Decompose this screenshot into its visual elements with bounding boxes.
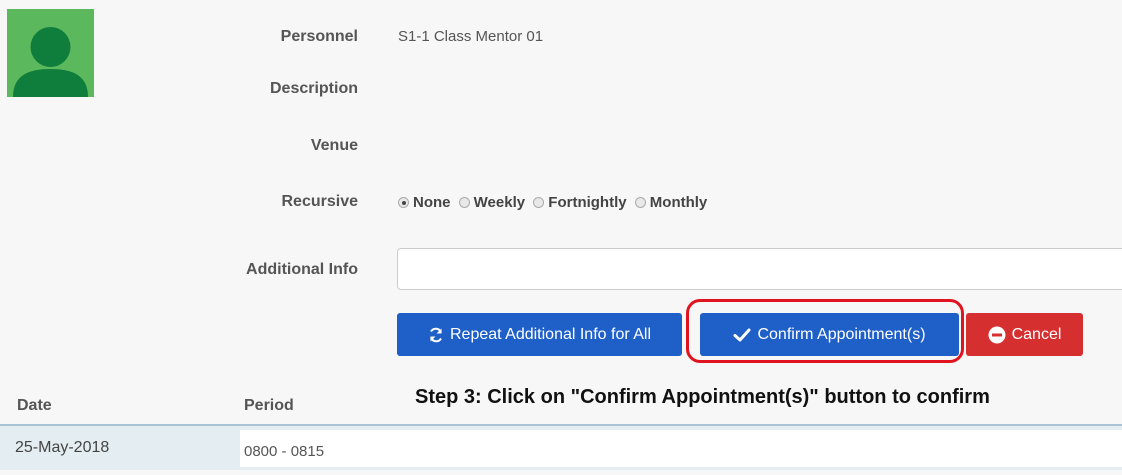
radio-none-label: None xyxy=(413,194,451,211)
period-value: 0800 - 0815 xyxy=(244,443,325,460)
refresh-icon xyxy=(428,327,444,343)
column-header-date: Date xyxy=(17,397,52,414)
radio-weekly-dot[interactable] xyxy=(458,197,470,208)
radio-monthly[interactable]: Monthly xyxy=(634,194,712,211)
radio-monthly-label: Monthly xyxy=(649,194,708,211)
minus-circle-icon xyxy=(988,326,1006,344)
radio-monthly-dot[interactable] xyxy=(634,197,646,208)
personnel-label: Personnel xyxy=(280,28,358,45)
radio-fortnightly[interactable]: Fortnightly xyxy=(533,194,630,211)
radio-weekly-label: Weekly xyxy=(473,194,526,211)
radio-fortnightly-label: Fortnightly xyxy=(548,194,627,211)
radio-weekly[interactable]: Weekly xyxy=(458,194,529,211)
user-silhouette-icon xyxy=(13,27,88,97)
period-cell: 0800 - 0815 xyxy=(240,430,1122,467)
step-instruction: Step 3: Click on "Confirm Appointment(s)… xyxy=(415,386,990,408)
column-header-period: Period xyxy=(244,397,294,414)
personnel-value: S1-1 Class Mentor 01 xyxy=(398,28,544,45)
repeat-additional-info-button[interactable]: Repeat Additional Info for All xyxy=(397,313,682,356)
venue-label: Venue xyxy=(310,137,358,154)
radio-none-dot[interactable] xyxy=(398,197,409,208)
confirm-button-label: Confirm Appointment(s) xyxy=(757,325,926,343)
avatar xyxy=(7,9,94,97)
checkmark-icon xyxy=(733,327,751,343)
radio-fortnightly-dot[interactable] xyxy=(533,197,545,208)
date-cell: 25-May-2018 xyxy=(15,439,110,456)
confirm-appointments-button[interactable]: Confirm Appointment(s) xyxy=(700,313,959,356)
radio-none[interactable]: None xyxy=(398,194,455,211)
additional-info-input[interactable] xyxy=(397,248,1122,290)
additional-info-label: Additional Info xyxy=(246,261,358,278)
repeat-button-label: Repeat Additional Info for All xyxy=(449,325,652,343)
table-row: 25-May-2018 0800 - 0815 xyxy=(0,426,1122,470)
cancel-button-label: Cancel xyxy=(1011,325,1062,343)
recursive-radio-group: None Weekly Fortnightly Monthly xyxy=(398,194,711,212)
description-label: Description xyxy=(269,80,358,97)
recursive-label: Recursive xyxy=(281,193,359,210)
cancel-button[interactable]: Cancel xyxy=(966,313,1083,356)
